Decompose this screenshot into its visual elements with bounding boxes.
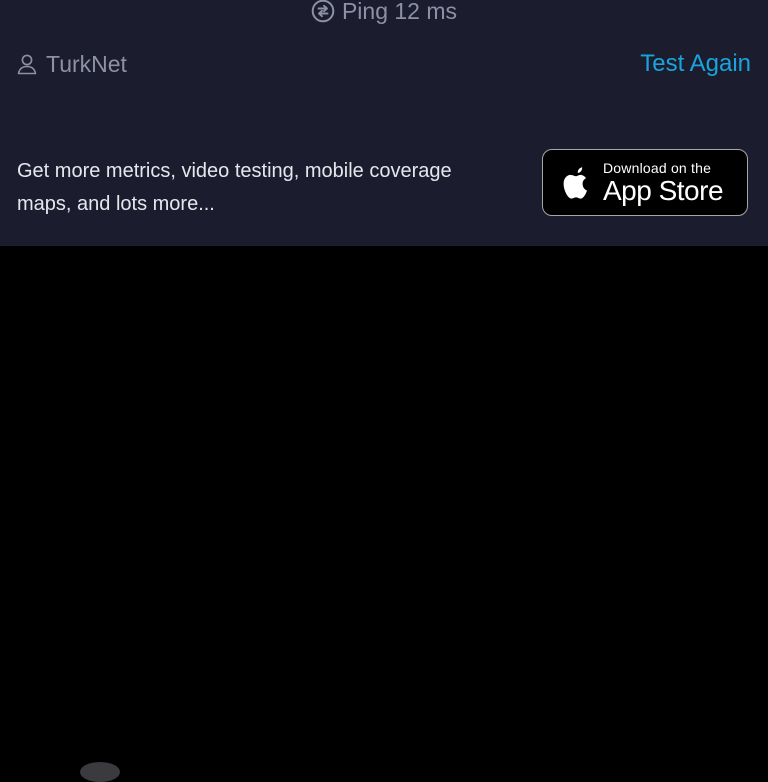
app-store-button[interactable]: Download on the App Store bbox=[542, 149, 748, 216]
person-icon bbox=[16, 53, 38, 75]
result-panel: Ping 12 ms TurkNet Test Again Get more m… bbox=[0, 0, 768, 246]
bottom-partial-element bbox=[80, 762, 120, 782]
app-store-line1: Download on the bbox=[603, 159, 712, 176]
app-store-line2: App Store bbox=[603, 174, 724, 206]
ping-row: Ping 12 ms bbox=[0, 0, 768, 28]
promo-text: Get more metrics, video testing, mobile … bbox=[17, 160, 452, 215]
ping-label: Ping 12 ms bbox=[341, 0, 458, 24]
provider-name: TurkNet bbox=[46, 50, 127, 77]
test-again-button[interactable]: Test Again bbox=[640, 48, 751, 80]
speedtest-logo-icon bbox=[311, 0, 335, 23]
provider-info: TurkNet bbox=[16, 48, 127, 80]
apple-icon bbox=[558, 163, 594, 203]
